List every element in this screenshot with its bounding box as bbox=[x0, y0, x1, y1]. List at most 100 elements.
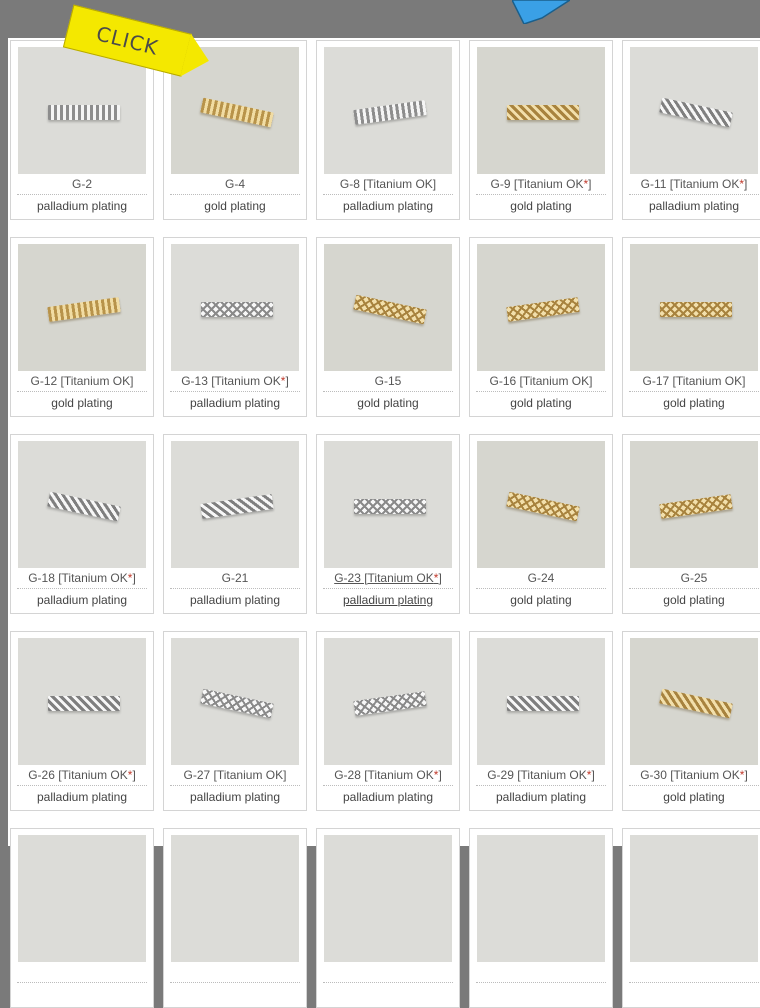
product-plating[interactable]: gold plating bbox=[476, 197, 606, 215]
product-plating[interactable]: gold plating bbox=[17, 394, 147, 412]
product-plating[interactable]: palladium plating bbox=[170, 394, 300, 412]
product-card[interactable]: G-11 [Titanium OK*] palladium plating bbox=[622, 40, 760, 220]
product-code[interactable]: G-2 bbox=[17, 174, 147, 195]
product-code[interactable]: G-30 [Titanium OK*] bbox=[629, 765, 759, 786]
product-card[interactable]: G-18 [Titanium OK*] palladium plating bbox=[10, 434, 154, 614]
product-code[interactable]: G-15 bbox=[323, 371, 453, 392]
product-plating[interactable]: palladium plating bbox=[17, 788, 147, 806]
product-card[interactable]: G-12 [Titanium OK] gold plating bbox=[10, 237, 154, 417]
product-card[interactable] bbox=[469, 828, 613, 1008]
product-thumbnail[interactable] bbox=[18, 47, 146, 174]
product-thumbnail[interactable] bbox=[630, 835, 758, 962]
product-card[interactable]: G-17 [Titanium OK] gold plating bbox=[622, 237, 760, 417]
product-thumbnail[interactable] bbox=[477, 638, 605, 765]
product-plating[interactable]: gold plating bbox=[170, 197, 300, 215]
product-card[interactable]: G-16 [Titanium OK] gold plating bbox=[469, 237, 613, 417]
product-thumbnail[interactable] bbox=[324, 244, 452, 371]
product-code[interactable] bbox=[323, 962, 453, 983]
product-code[interactable]: G-28 [Titanium OK*] bbox=[323, 765, 453, 786]
product-thumbnail[interactable] bbox=[324, 638, 452, 765]
product-thumbnail[interactable] bbox=[477, 441, 605, 568]
product-plating[interactable]: palladium plating bbox=[170, 591, 300, 609]
product-code[interactable]: G-24 bbox=[476, 568, 606, 589]
product-card[interactable]: G-8 [Titanium OK] palladium plating bbox=[316, 40, 460, 220]
product-card[interactable]: G-9 [Titanium OK*] gold plating bbox=[469, 40, 613, 220]
product-thumbnail[interactable] bbox=[18, 244, 146, 371]
product-thumbnail[interactable] bbox=[630, 441, 758, 568]
tie-bar-image bbox=[659, 688, 733, 719]
product-plating[interactable]: palladium plating bbox=[323, 788, 453, 806]
product-code[interactable] bbox=[170, 962, 300, 983]
product-card[interactable]: G-27 [Titanium OK] palladium plating bbox=[163, 631, 307, 811]
product-card[interactable]: G-24 gold plating bbox=[469, 434, 613, 614]
product-card[interactable]: G-29 [Titanium OK*] palladium plating bbox=[469, 631, 613, 811]
product-code[interactable]: G-8 [Titanium OK] bbox=[323, 174, 453, 195]
product-plating[interactable]: gold plating bbox=[629, 591, 759, 609]
product-code[interactable] bbox=[17, 962, 147, 983]
product-plating[interactable]: gold plating bbox=[476, 591, 606, 609]
product-card[interactable]: G-28 [Titanium OK*] palladium plating bbox=[316, 631, 460, 811]
product-plating[interactable]: gold plating bbox=[629, 788, 759, 806]
product-thumbnail[interactable] bbox=[18, 638, 146, 765]
product-code[interactable]: G-29 [Titanium OK*] bbox=[476, 765, 606, 786]
product-plating[interactable] bbox=[476, 985, 606, 1003]
product-code[interactable]: G-27 [Titanium OK] bbox=[170, 765, 300, 786]
product-plating[interactable] bbox=[17, 985, 147, 1003]
product-thumbnail[interactable] bbox=[171, 441, 299, 568]
product-thumbnail[interactable] bbox=[630, 638, 758, 765]
product-thumbnail[interactable] bbox=[477, 244, 605, 371]
product-code[interactable]: G-12 [Titanium OK] bbox=[17, 371, 147, 392]
product-thumbnail[interactable] bbox=[477, 835, 605, 962]
product-plating[interactable] bbox=[629, 985, 759, 1003]
product-thumbnail[interactable] bbox=[18, 835, 146, 962]
product-plating[interactable] bbox=[170, 985, 300, 1003]
product-code[interactable]: G-4 bbox=[170, 174, 300, 195]
product-thumbnail[interactable] bbox=[477, 47, 605, 174]
product-card[interactable]: G-21 palladium plating bbox=[163, 434, 307, 614]
product-thumbnail[interactable] bbox=[630, 47, 758, 174]
product-code[interactable]: G-26 [Titanium OK*] bbox=[17, 765, 147, 786]
product-plating[interactable] bbox=[323, 985, 453, 1003]
product-card[interactable] bbox=[316, 828, 460, 1008]
product-code[interactable]: G-17 [Titanium OK] bbox=[629, 371, 759, 392]
product-thumbnail[interactable] bbox=[18, 441, 146, 568]
product-plating[interactable]: palladium plating bbox=[170, 788, 300, 806]
product-plating[interactable]: palladium plating bbox=[323, 197, 453, 215]
product-card[interactable] bbox=[622, 828, 760, 1008]
product-card[interactable]: G-13 [Titanium OK*] palladium plating bbox=[163, 237, 307, 417]
product-code[interactable]: G-25 bbox=[629, 568, 759, 589]
product-thumbnail[interactable] bbox=[171, 244, 299, 371]
product-thumbnail[interactable] bbox=[324, 835, 452, 962]
product-card[interactable]: G-30 [Titanium OK*] gold plating bbox=[622, 631, 760, 811]
product-card[interactable]: G-23 [Titanium OK*] palladium plating bbox=[316, 434, 460, 614]
product-thumbnail[interactable] bbox=[171, 638, 299, 765]
product-thumbnail[interactable] bbox=[171, 835, 299, 962]
product-card[interactable] bbox=[163, 828, 307, 1008]
product-code[interactable]: G-11 [Titanium OK*] bbox=[629, 174, 759, 195]
product-card[interactable] bbox=[10, 828, 154, 1008]
product-thumbnail[interactable] bbox=[324, 47, 452, 174]
product-card[interactable]: G-26 [Titanium OK*] palladium plating bbox=[10, 631, 154, 811]
titanium-asterisk: * bbox=[433, 768, 439, 782]
product-plating[interactable]: gold plating bbox=[323, 394, 453, 412]
product-code[interactable]: G-21 bbox=[170, 568, 300, 589]
product-card[interactable]: G-15 gold plating bbox=[316, 237, 460, 417]
product-code[interactable]: G-18 [Titanium OK*] bbox=[17, 568, 147, 589]
product-code[interactable]: G-23 [Titanium OK*] bbox=[323, 568, 453, 589]
product-plating[interactable]: palladium plating bbox=[323, 591, 453, 609]
product-code[interactable]: G-13 [Titanium OK*] bbox=[170, 371, 300, 392]
product-plating[interactable]: palladium plating bbox=[17, 197, 147, 215]
product-card[interactable]: G-2 palladium plating bbox=[10, 40, 154, 220]
product-thumbnail[interactable] bbox=[630, 244, 758, 371]
product-card[interactable]: G-25 gold plating bbox=[622, 434, 760, 614]
product-plating[interactable]: palladium plating bbox=[476, 788, 606, 806]
product-plating[interactable]: gold plating bbox=[629, 394, 759, 412]
product-code[interactable]: G-16 [Titanium OK] bbox=[476, 371, 606, 392]
product-code[interactable] bbox=[629, 962, 759, 983]
product-code[interactable] bbox=[476, 962, 606, 983]
product-code[interactable]: G-9 [Titanium OK*] bbox=[476, 174, 606, 195]
product-plating[interactable]: palladium plating bbox=[629, 197, 759, 215]
product-thumbnail[interactable] bbox=[324, 441, 452, 568]
product-plating[interactable]: gold plating bbox=[476, 394, 606, 412]
product-plating[interactable]: palladium plating bbox=[17, 591, 147, 609]
